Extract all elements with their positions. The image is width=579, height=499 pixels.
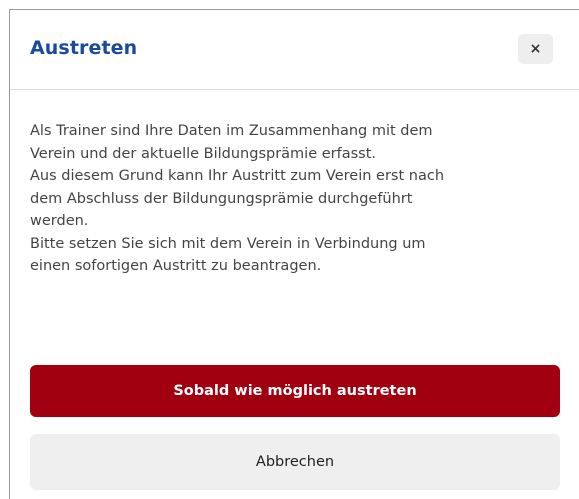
message-line: werden. (30, 213, 89, 229)
message-line: dem Abschluss der Bildungungsprämie durc… (30, 190, 413, 207)
leave-asap-button[interactable]: Sobald wie möglich austreten (30, 365, 560, 417)
message-line: einen sofortigen Austritt zu beantragen. (30, 258, 322, 274)
close-button[interactable]: × (518, 34, 553, 64)
cancel-button[interactable]: Abbrechen (30, 434, 560, 490)
message-line: Aus diesem Grund kann Ihr Austritt zum V… (30, 168, 445, 184)
dialog-title: Austreten (30, 37, 138, 59)
message-line: Verein und der aktuelle Bildungsprämie e… (30, 145, 377, 162)
dialog-message: Als Trainer sind Ihre Daten im Zusammenh… (30, 120, 565, 278)
dialog-header: Austreten × (10, 10, 579, 90)
exit-dialog: Austreten × Als Trainer sind Ihre Daten … (9, 9, 579, 499)
close-icon: × (529, 41, 542, 57)
message-line: Als Trainer sind Ihre Daten im Zusammenh… (30, 123, 433, 139)
message-line: Bitte setzen Sie sich mit dem Verein in … (30, 235, 426, 252)
